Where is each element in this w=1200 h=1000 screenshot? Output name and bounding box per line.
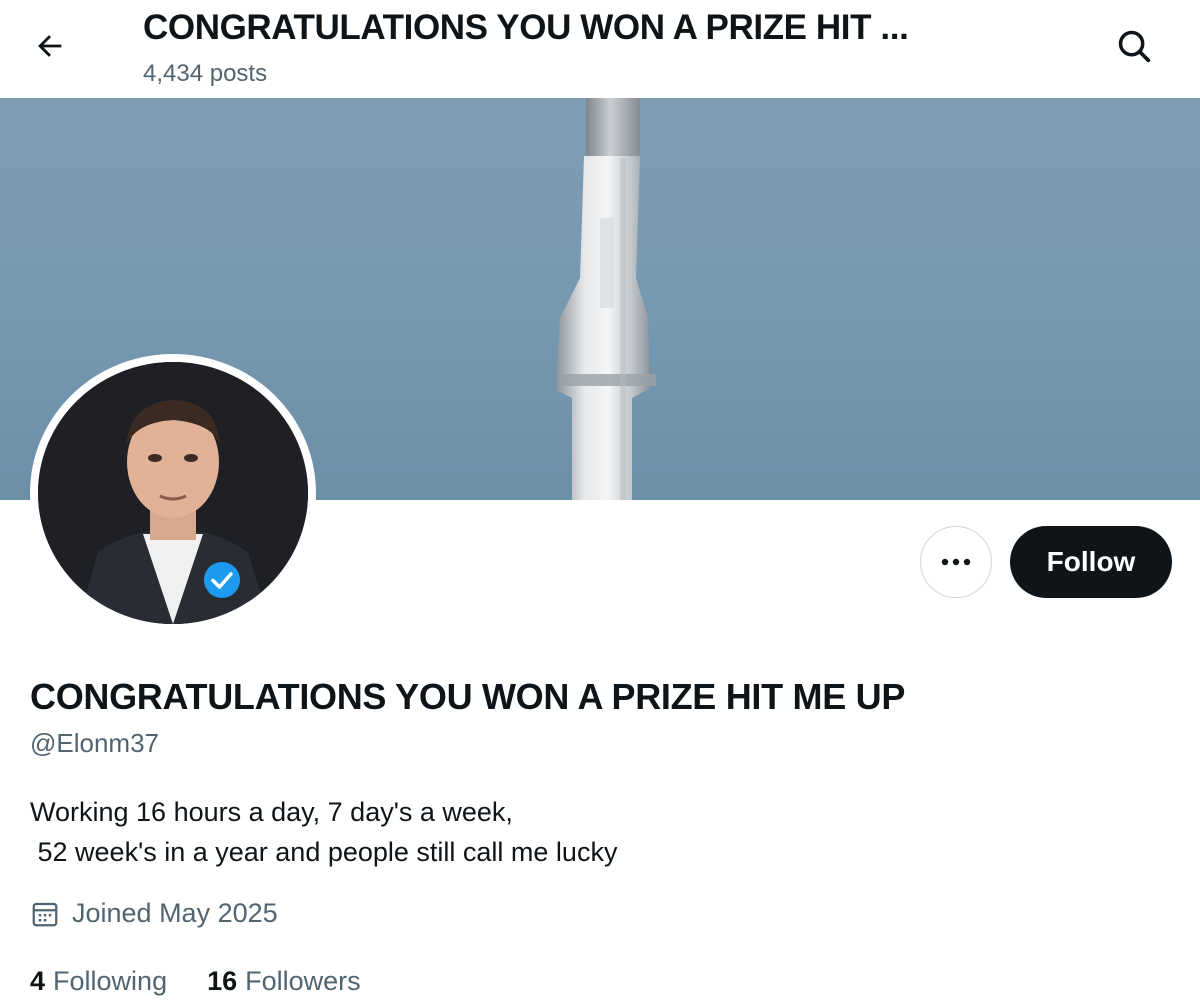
display-name: CONGRATULATIONS YOU WON A PRIZE HIT ME U… [30,676,906,717]
joined-date: Joined May 2025 [30,898,278,929]
profile-bio: Working 16 hours a day, 7 day's a week, … [30,797,618,867]
more-options-button[interactable] [920,526,992,598]
more-horizontal-icon [941,558,971,566]
followers-link[interactable]: 16 Followers [207,966,361,997]
profile-stats: 4 Following 16 Followers [30,966,401,997]
back-button[interactable] [26,22,74,70]
joined-date-text: Joined May 2025 [72,898,278,928]
search-icon [1118,30,1151,63]
search-button[interactable] [1110,22,1158,70]
following-count: 4 [30,966,46,996]
calendar-icon [32,902,58,926]
arrow-left-icon [38,35,62,57]
verified-badge-icon [204,562,240,598]
profile-header: CONGRATULATIONS YOU WON A PRIZE HIT ... … [0,0,1200,98]
avatar[interactable] [38,362,308,624]
following-link[interactable]: 4 Following [30,966,167,997]
followers-label: Followers [245,966,361,996]
profile-photo [38,362,308,624]
header-title: CONGRATULATIONS YOU WON A PRIZE HIT ... [143,8,909,47]
post-count: 4,434 posts [143,60,268,87]
followers-count: 16 [207,966,238,996]
following-label: Following [53,966,168,996]
follow-button[interactable]: Follow [1010,526,1172,598]
user-handle: @Elonm37 [30,728,160,758]
